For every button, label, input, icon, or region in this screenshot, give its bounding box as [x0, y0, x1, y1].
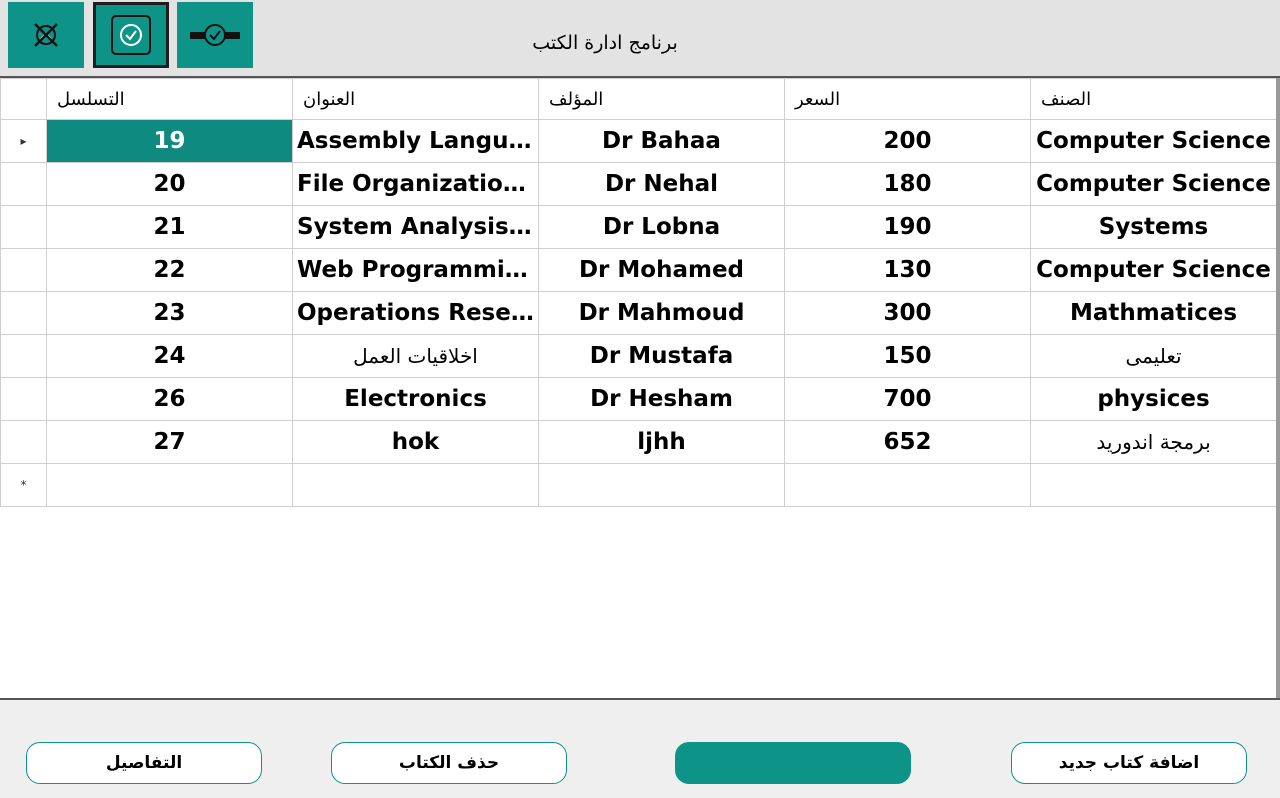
- books-grid[interactable]: التسلسل العنوان المؤلف السعر الصنف ▸ 19 …: [0, 78, 1280, 698]
- row-header-corner[interactable]: [0, 78, 47, 120]
- maximize-button[interactable]: [93, 2, 169, 68]
- cell-category[interactable]: Computer Science: [1030, 248, 1277, 292]
- column-header-price[interactable]: السعر: [784, 78, 1031, 120]
- column-header-id[interactable]: التسلسل: [46, 78, 293, 120]
- cell-price[interactable]: 130: [784, 248, 1031, 292]
- table-row[interactable]: 20 File Organization... Dr Nehal 180 Com…: [0, 162, 1277, 206]
- cell-author[interactable]: Dr Mustafa: [538, 334, 785, 378]
- new-row[interactable]: *: [0, 463, 1277, 507]
- column-header-author[interactable]: المؤلف: [538, 78, 785, 120]
- cell-price[interactable]: 200: [784, 119, 1031, 163]
- cell-title[interactable]: Web Programming: [292, 248, 539, 292]
- close-button[interactable]: [8, 2, 84, 68]
- row-header[interactable]: [0, 205, 47, 249]
- cell-id[interactable]: 20: [46, 162, 293, 206]
- row-header[interactable]: [0, 291, 47, 335]
- table-row[interactable]: 21 System Analysis ... Dr Lobna 190 Syst…: [0, 205, 1277, 249]
- window-title: برنامج ادارة الكتب: [532, 32, 678, 54]
- check-circle-icon: [111, 15, 151, 55]
- cell-author[interactable]: Dr Lobna: [538, 205, 785, 249]
- column-header-category[interactable]: الصنف: [1030, 78, 1277, 120]
- cell-id[interactable]: [46, 463, 293, 507]
- row-header[interactable]: [0, 377, 47, 421]
- footer-panel: التفاصيل حذف الكتاب اضافة كتاب جديد: [0, 698, 1280, 798]
- cell-title[interactable]: Electronics: [292, 377, 539, 421]
- cell-category[interactable]: برمجة اندوريد: [1030, 420, 1277, 464]
- cell-author[interactable]: Dr Nehal: [538, 162, 785, 206]
- current-row-indicator[interactable]: ▸: [0, 119, 47, 163]
- cell-category[interactable]: Computer Science: [1030, 119, 1277, 163]
- cell-author[interactable]: Dr Mohamed: [538, 248, 785, 292]
- cell-category[interactable]: Computer Science: [1030, 162, 1277, 206]
- title-bar: برنامج ادارة الكتب: [0, 0, 1280, 78]
- cell-category[interactable]: physices: [1030, 377, 1277, 421]
- cell-title[interactable]: Assembly Langua...: [292, 119, 539, 163]
- row-header[interactable]: [0, 420, 47, 464]
- cell-author[interactable]: Dr Hesham: [538, 377, 785, 421]
- cell-title[interactable]: اخلاقيات العمل: [292, 334, 539, 378]
- cell-price[interactable]: 150: [784, 334, 1031, 378]
- close-circle-icon: [34, 23, 58, 47]
- table-row[interactable]: 22 Web Programming Dr Mohamed 130 Comput…: [0, 248, 1277, 292]
- cell-author[interactable]: Dr Bahaa: [538, 119, 785, 163]
- minimize-button[interactable]: [177, 2, 253, 68]
- cell-price[interactable]: 300: [784, 291, 1031, 335]
- cell-id[interactable]: 23: [46, 291, 293, 335]
- cell-title[interactable]: Operations Resea...: [292, 291, 539, 335]
- cell-id[interactable]: 22: [46, 248, 293, 292]
- table-row[interactable]: 27 hok ljhh 652 برمجة اندوريد: [0, 420, 1277, 464]
- cell-category[interactable]: Systems: [1030, 205, 1277, 249]
- cell-price[interactable]: 180: [784, 162, 1031, 206]
- add-book-button[interactable]: اضافة كتاب جديد: [1011, 742, 1247, 784]
- cell-category[interactable]: تعليمى: [1030, 334, 1277, 378]
- books-table: التسلسل العنوان المؤلف السعر الصنف ▸ 19 …: [0, 78, 1277, 507]
- cell-price[interactable]: [784, 463, 1031, 507]
- cell-author[interactable]: [538, 463, 785, 507]
- vertical-scrollbar[interactable]: [1276, 78, 1280, 698]
- cell-price[interactable]: 652: [784, 420, 1031, 464]
- cell-id[interactable]: 24: [46, 334, 293, 378]
- minimize-icon: [190, 24, 240, 46]
- cell-title[interactable]: hok: [292, 420, 539, 464]
- cell-author[interactable]: Dr Mahmoud: [538, 291, 785, 335]
- table-row[interactable]: 23 Operations Resea... Dr Mahmoud 300 Ma…: [0, 291, 1277, 335]
- cell-id[interactable]: 27: [46, 420, 293, 464]
- header-row: التسلسل العنوان المؤلف السعر الصنف: [0, 78, 1277, 120]
- cell-title[interactable]: File Organization...: [292, 162, 539, 206]
- table-row[interactable]: 26 Electronics Dr Hesham 700 physices: [0, 377, 1277, 421]
- cell-title[interactable]: System Analysis ...: [292, 205, 539, 249]
- new-row-indicator[interactable]: *: [0, 463, 47, 507]
- update-book-button[interactable]: [675, 742, 911, 784]
- delete-book-button[interactable]: حذف الكتاب: [331, 742, 567, 784]
- row-header[interactable]: [0, 248, 47, 292]
- row-header[interactable]: [0, 162, 47, 206]
- row-header[interactable]: [0, 334, 47, 378]
- details-button[interactable]: التفاصيل: [26, 742, 262, 784]
- table-row[interactable]: ▸ 19 Assembly Langua... Dr Bahaa 200 Com…: [0, 119, 1277, 163]
- cell-price[interactable]: 700: [784, 377, 1031, 421]
- cell-id[interactable]: 21: [46, 205, 293, 249]
- cell-id[interactable]: 19: [46, 119, 293, 163]
- cell-id[interactable]: 26: [46, 377, 293, 421]
- cell-category[interactable]: Mathmatices: [1030, 291, 1277, 335]
- cell-price[interactable]: 190: [784, 205, 1031, 249]
- column-header-title[interactable]: العنوان: [292, 78, 539, 120]
- cell-category[interactable]: [1030, 463, 1277, 507]
- table-row[interactable]: 24 اخلاقيات العمل Dr Mustafa 150 تعليمى: [0, 334, 1277, 378]
- cell-title[interactable]: [292, 463, 539, 507]
- cell-author[interactable]: ljhh: [538, 420, 785, 464]
